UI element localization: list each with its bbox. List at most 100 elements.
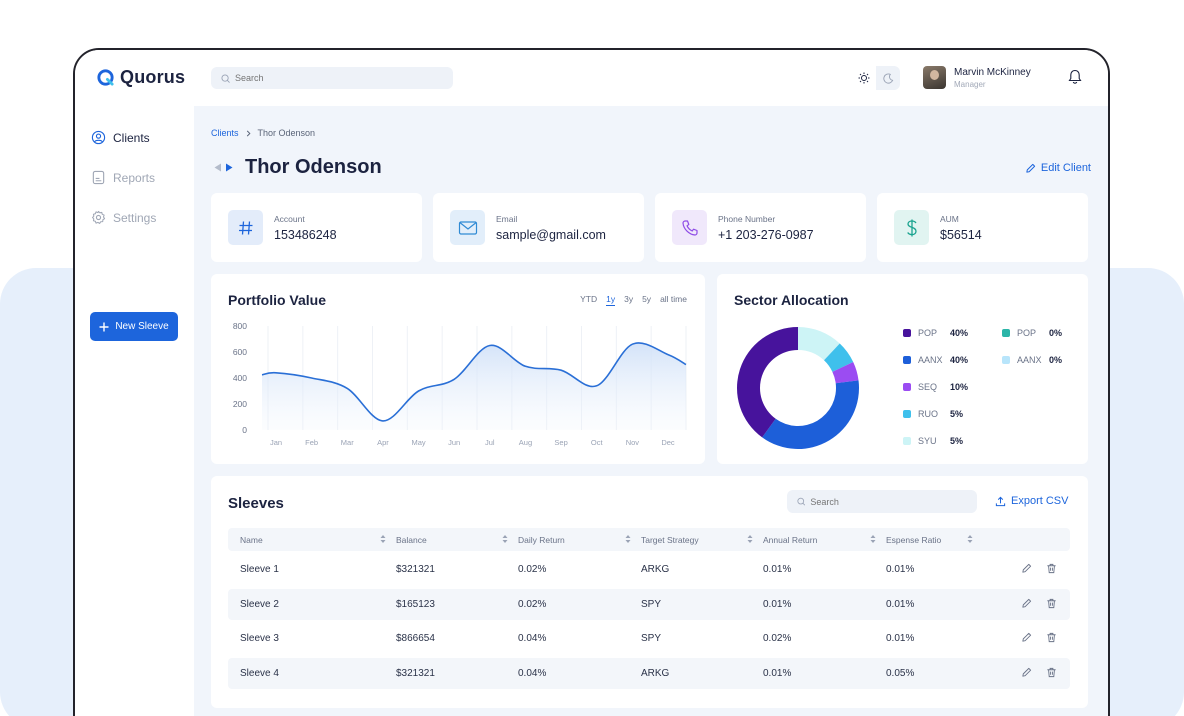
trash-icon[interactable] — [1046, 598, 1057, 609]
hash-icon — [228, 210, 263, 245]
table-cell: 0.01% — [886, 598, 915, 610]
email-card: Email sample@gmail.com — [433, 193, 644, 262]
x-tick-label: Jan — [270, 438, 282, 447]
table-cell: Sleeve 2 — [240, 598, 279, 610]
user-menu[interactable]: Marvin McKinney Manager — [923, 66, 1031, 89]
legend-item: AANX 0% — [1002, 355, 1062, 365]
legend-name: SYU — [918, 436, 937, 446]
next-arrow-icon[interactable] — [225, 163, 233, 172]
column-header[interactable]: Name — [240, 528, 263, 551]
sort-icon[interactable] — [870, 534, 876, 544]
edit-row-icon[interactable] — [1021, 632, 1032, 643]
edit-row-icon[interactable] — [1021, 563, 1032, 574]
sun-icon[interactable] — [852, 66, 876, 90]
column-header[interactable]: Espense Ratio — [886, 528, 941, 551]
x-tick-label: Sep — [554, 438, 567, 447]
donut-slice[interactable] — [762, 380, 859, 449]
table-cell: ARKG — [641, 564, 670, 575]
legend-value: 40% — [950, 328, 969, 338]
top-bar: Quorus Marvin McKinney Manager — [75, 50, 1108, 106]
sort-icon[interactable] — [380, 534, 386, 544]
trash-icon[interactable] — [1046, 632, 1057, 643]
export-csv-button[interactable]: Export CSV — [995, 495, 1068, 507]
sidebar-item-reports[interactable]: Reports — [91, 170, 155, 185]
sort-icon[interactable] — [747, 534, 753, 544]
sidebar-item-label: Settings — [113, 210, 157, 225]
table-cell: 0.02% — [518, 564, 547, 575]
table-cell: 0.02% — [763, 633, 792, 644]
moon-icon[interactable] — [876, 66, 900, 90]
edit-client-link[interactable]: Edit Client — [1025, 162, 1091, 174]
info-label: Account — [274, 214, 305, 224]
column-header[interactable]: Balance — [396, 528, 427, 551]
account-card: Account 153486248 — [211, 193, 422, 262]
x-tick-label: Nov — [626, 438, 640, 447]
legend-swatch — [903, 437, 911, 445]
search-input[interactable] — [235, 73, 415, 83]
brand-name: Quorus — [120, 67, 186, 87]
phone-icon — [672, 210, 707, 245]
donut-slice[interactable] — [737, 327, 798, 438]
x-tick-label: Jun — [448, 438, 460, 447]
table-cell: SPY — [641, 633, 662, 644]
new-sleeve-button[interactable]: New Sleeve — [90, 312, 178, 341]
legend-name: RUO — [918, 409, 938, 419]
trash-icon[interactable] — [1046, 563, 1057, 574]
table-row[interactable]: Sleeve 1 $321321 0.02% ARKG 0.01% 0.01% — [228, 554, 1070, 585]
logo[interactable]: Quorus — [96, 67, 185, 88]
breadcrumb-current: Thor Odenson — [257, 128, 316, 138]
y-tick-label: 800 — [233, 321, 247, 331]
table-cell: 0.04% — [518, 633, 547, 644]
app-window: Quorus Marvin McKinney Manager — [73, 48, 1110, 716]
x-tick-label: Jul — [485, 438, 495, 447]
table-cell: 0.02% — [518, 598, 547, 610]
theme-toggle[interactable] — [852, 66, 900, 90]
table-cell: 0.01% — [763, 598, 792, 610]
legend-swatch — [1002, 329, 1010, 337]
global-search[interactable] — [211, 67, 453, 89]
x-tick-label: May — [411, 438, 425, 447]
table-cell: $866654 — [396, 633, 435, 644]
edit-row-icon[interactable] — [1021, 667, 1032, 678]
prev-arrow-icon[interactable] — [214, 163, 222, 172]
legend-value: 0% — [1049, 328, 1063, 338]
bell-icon[interactable] — [1068, 69, 1082, 85]
sort-icon[interactable] — [625, 534, 631, 544]
search-icon — [797, 497, 806, 506]
table-cell: Sleeve 1 — [240, 564, 279, 575]
sleeves-card: Sleeves Export CSV Name Balance Daily Retu… — [211, 476, 1088, 708]
y-tick-label: 0 — [242, 425, 247, 435]
table-cell: 0.05% — [886, 667, 915, 679]
sort-icon[interactable] — [967, 534, 973, 544]
legend-swatch — [903, 356, 911, 364]
sleeves-search[interactable] — [787, 490, 977, 513]
x-tick-label: Feb — [305, 438, 318, 447]
portfolio-card: Portfolio Value YTD 1y 3y 5y all time 02… — [211, 274, 705, 464]
table-row[interactable]: Sleeve 2 $165123 0.02% SPY 0.01% 0.01% — [228, 588, 1070, 620]
column-header[interactable]: Annual Return — [763, 528, 817, 551]
portfolio-chart: 0 200 400 600 800 Jan Feb Mar Apr May Jun Jul Aug Sep… — [233, 321, 687, 447]
x-tick-label: Oct — [591, 438, 604, 447]
trash-icon[interactable] — [1046, 667, 1057, 678]
sector-donut-chart — [737, 327, 859, 449]
table-cell: $321321 — [396, 667, 435, 679]
x-tick-label: Dec — [661, 438, 675, 447]
pencil-icon — [1026, 163, 1035, 173]
sidebar: Clients Reports Settings New Sleeve — [75, 106, 194, 716]
mail-icon — [450, 210, 485, 245]
legend-name: AANX — [1017, 355, 1042, 365]
table-cell: 0.01% — [763, 667, 792, 679]
sleeves-search-input[interactable] — [810, 496, 977, 507]
edit-row-icon[interactable] — [1021, 598, 1032, 609]
table-row[interactable]: Sleeve 4 $321321 0.04% ARKG 0.01% 0.05% — [228, 657, 1070, 689]
sidebar-item-settings[interactable]: Settings — [91, 210, 156, 225]
legend-name: AANX — [918, 355, 943, 365]
column-header[interactable]: Daily Return — [518, 528, 565, 551]
column-header[interactable]: Target Strategy — [641, 528, 699, 551]
sort-icon[interactable] — [502, 534, 508, 544]
info-label: AUM — [940, 214, 959, 224]
table-row[interactable]: Sleeve 3 $866654 0.04% SPY 0.02% 0.01% — [228, 623, 1070, 654]
breadcrumb-parent[interactable]: Clients — [211, 128, 239, 138]
phone-card: Phone Number +1 203-276-0987 — [655, 193, 866, 262]
sidebar-item-clients[interactable]: Clients — [91, 130, 150, 145]
